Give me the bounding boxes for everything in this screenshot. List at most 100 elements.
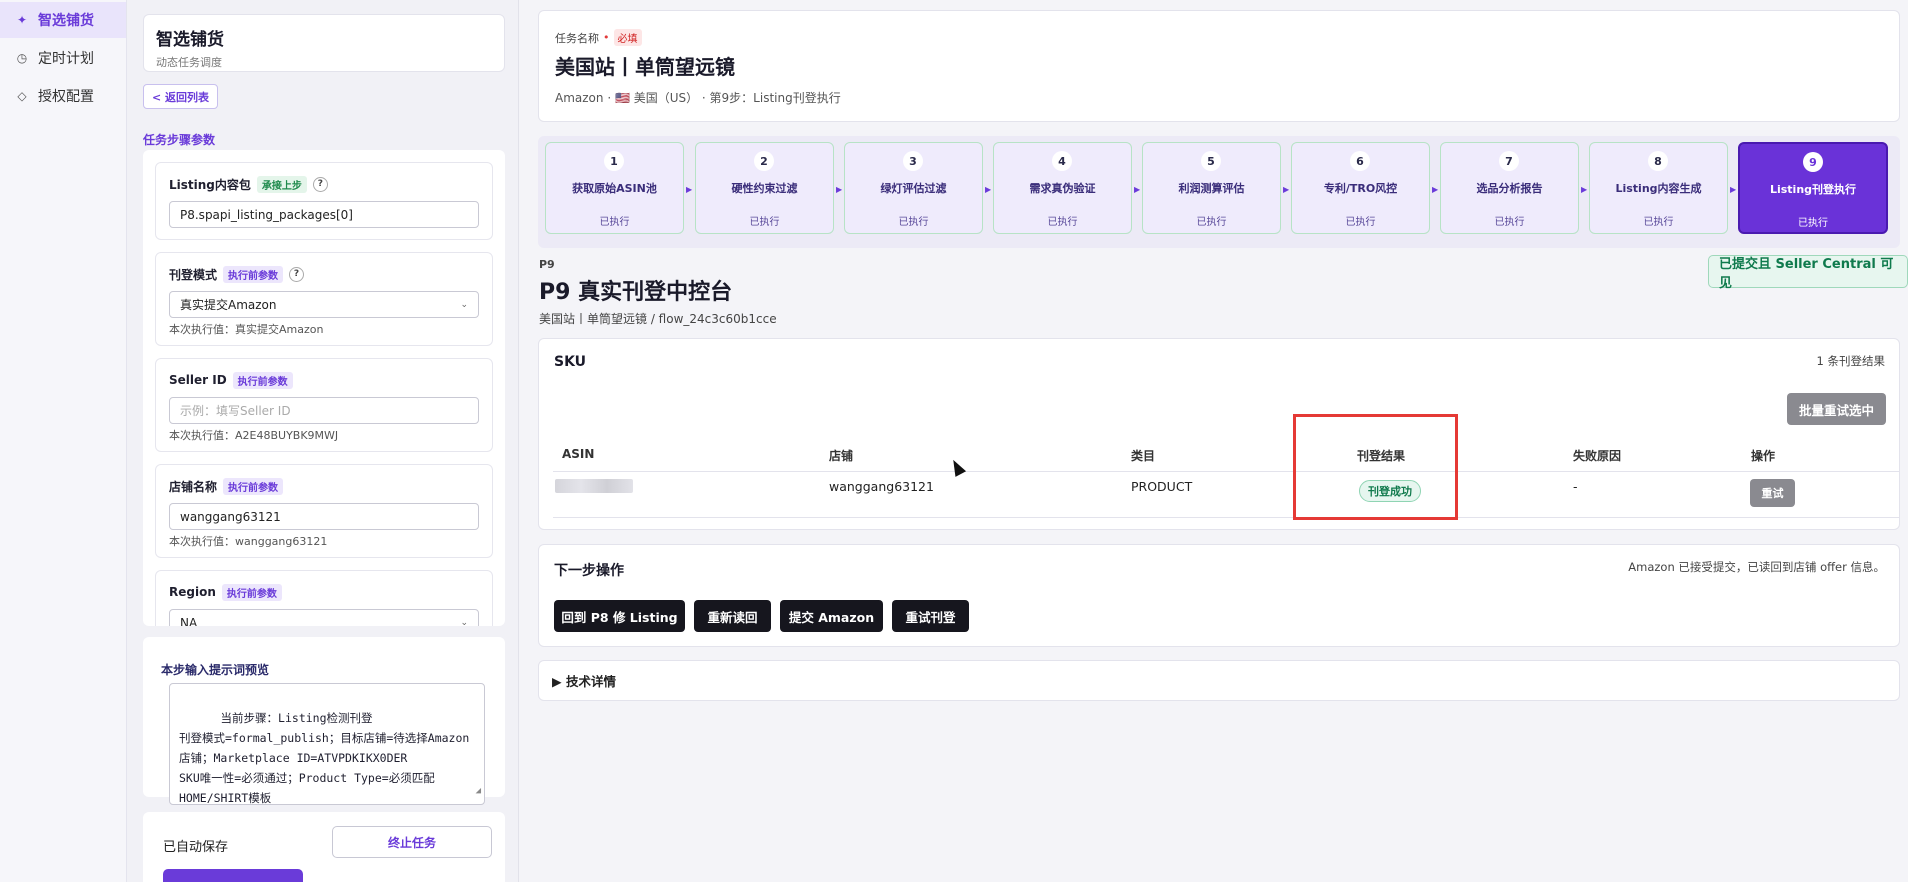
nav-item-smart-listing[interactable]: ✦ 智选铺货 <box>0 2 126 38</box>
cell-shop: wanggang63121 <box>829 479 934 494</box>
step-name: 需求真伪验证 <box>1029 182 1096 195</box>
step-status: 已执行 <box>898 217 929 228</box>
step-number: 4 <box>1052 151 1072 171</box>
select-value: 真实提交Amazon <box>180 298 277 312</box>
module-title-card: 智选铺货 动态任务调度 <box>143 14 505 72</box>
back-to-p8-button[interactable]: 回到 P8 修 Listing <box>554 600 685 632</box>
next-steps-heading: 下一步操作 <box>554 563 624 579</box>
module-title: 智选铺货 <box>156 30 224 50</box>
retry-button[interactable]: 重试 <box>1750 479 1795 507</box>
param-label: Region <box>169 585 216 599</box>
prompt-preview-textarea[interactable]: 当前步骤：Listing检测刊登 刊登模式=formal_publish；目标店… <box>169 683 485 805</box>
step-8[interactable]: 8 Listing内容生成 已执行 <box>1589 142 1728 234</box>
help-icon[interactable]: ? <box>289 266 305 282</box>
console-code: P9 <box>539 258 555 271</box>
step-status: 已执行 <box>599 217 630 228</box>
param-badge: 执行前参数 <box>232 371 293 389</box>
listing-package-input[interactable]: P8.spapi_listing_packages[0] <box>169 201 479 228</box>
param-region: Region 执行前参数 NA ⌄ <box>155 570 493 626</box>
column-header-action: 操作 <box>1751 449 1776 463</box>
batch-retry-button[interactable]: 批量重试选中 <box>1786 393 1886 425</box>
resize-handle-icon[interactable]: ◢ <box>476 781 481 801</box>
arrow-right-icon: ▶ <box>1730 185 1737 194</box>
param-badge: 承接上步 <box>256 175 307 193</box>
step-5[interactable]: 5 利润测算评估 已执行 <box>1142 142 1281 234</box>
arrow-right-icon: ▶ <box>836 185 843 194</box>
param-badge: 执行前参数 <box>223 477 284 495</box>
step-number: 3 <box>903 151 923 171</box>
task-name[interactable]: 美国站丨单筒望远镜 <box>555 51 735 80</box>
console-subtitle: 美国站丨单筒望远镜 / flow_24c3c60b1cce <box>539 312 777 326</box>
chevron-down-icon: ⌄ <box>460 299 468 310</box>
param-listing-package: Listing内容包 承接上步 ? P8.spapi_listing_packa… <box>155 162 493 240</box>
input-placeholder: 示例：填写Seller ID <box>180 404 291 418</box>
nav-item-schedule[interactable]: ◷ 定时计划 <box>0 40 126 76</box>
step-number: 2 <box>754 151 774 171</box>
arrow-right-icon: ▶ <box>1134 185 1141 194</box>
param-current-value: 本次执行值：wanggang63121 <box>169 535 328 548</box>
divider <box>553 471 1899 472</box>
back-to-list-button[interactable]: < 返回列表 <box>143 84 219 109</box>
param-shop-name: 店铺名称 执行前参数 wanggang63121 本次执行值：wanggang6… <box>155 464 493 558</box>
param-current-value: 本次执行值：A2E48BUYBK9MWJ <box>169 429 339 442</box>
column-header-asin: ASIN <box>562 447 595 461</box>
arrow-right-icon: ▶ <box>1283 185 1290 194</box>
step-status: 已执行 <box>1047 217 1078 228</box>
step-number: 1 <box>604 151 624 171</box>
asin-redacted <box>555 479 633 493</box>
step-number: 8 <box>1648 151 1668 171</box>
help-icon[interactable]: ? <box>312 176 328 192</box>
step-status: 已执行 <box>749 217 780 228</box>
column-header-reason: 失败原因 <box>1573 449 1622 463</box>
step-name: 专利/TRO风控 <box>1323 182 1398 195</box>
prompt-preview-card: 本步输入提示词预览 当前步骤：Listing检测刊登 刊登模式=formal_p… <box>143 637 505 805</box>
input-value: wanggang63121 <box>180 509 281 524</box>
step-status: 已执行 <box>1643 217 1674 228</box>
step-name: 硬性约束过滤 <box>731 182 798 195</box>
step-4[interactable]: 4 需求真伪验证 已执行 <box>993 142 1132 234</box>
region-select[interactable]: NA ⌄ <box>169 609 479 626</box>
reread-button[interactable]: 重新读回 <box>694 600 771 632</box>
param-label: Listing内容包 <box>169 177 251 192</box>
retry-publish-button[interactable]: 重试刊登 <box>892 600 969 632</box>
required-badge: 必填 <box>613 29 642 46</box>
seller-central-status-badge: 已提交且 Seller Central 可见 <box>1708 255 1908 291</box>
step-6[interactable]: 6 专利/TRO风控 已执行 <box>1291 142 1430 234</box>
required-mark: • <box>603 31 610 44</box>
seller-id-input[interactable]: 示例：填写Seller ID <box>169 397 479 424</box>
task-name-label: 任务名称 • 必填 <box>555 29 642 46</box>
step-number: 6 <box>1350 151 1370 171</box>
step-2[interactable]: 2 硬性约束过滤 已执行 <box>695 142 834 234</box>
next-steps-info: Amazon 已接受提交，已读回到店铺 offer 信息。 <box>1628 560 1885 574</box>
publish-mode-select[interactable]: 真实提交Amazon ⌄ <box>169 291 479 318</box>
step-name: 绿灯评估过滤 <box>880 182 947 195</box>
submit-amazon-button[interactable]: 提交 Amazon <box>780 600 883 632</box>
nav-item-auth-config[interactable]: ◇ 授权配置 <box>0 78 126 114</box>
param-current-value: 本次执行值：真实提交Amazon <box>169 323 324 336</box>
nav-item-label: 授权配置 <box>38 89 94 105</box>
step-9[interactable]: 9 Listing刊登执行 已执行 <box>1738 142 1888 234</box>
param-label: 刊登模式 <box>169 267 218 282</box>
autosave-status: 已自动保存 <box>163 840 229 855</box>
step-7[interactable]: 7 选品分析报告 已执行 <box>1440 142 1579 234</box>
column-header-category: 类目 <box>1131 449 1156 463</box>
column-header-shop: 店铺 <box>829 449 854 463</box>
cell-reason: - <box>1573 479 1578 494</box>
stop-task-button[interactable]: 终止任务 <box>332 826 492 858</box>
tech-details-toggle[interactable]: ▶ 技术详情 <box>538 660 1900 701</box>
params-scroll-area[interactable]: Listing内容包 承接上步 ? P8.spapi_listing_packa… <box>143 150 505 626</box>
params-panel: 智选铺货 动态任务调度 < 返回列表 任务步骤参数 Listing内容包 承接上… <box>127 0 519 882</box>
sku-results-card: SKU 1 条刊登结果 批量重试选中 ASIN 店铺 类目 刊登结果 失败原因 … <box>538 338 1900 530</box>
console-title: P9 真实刊登中控台 <box>539 280 733 305</box>
primary-action-button[interactable] <box>163 869 303 882</box>
param-publish-mode: 刊登模式 执行前参数 ? 真实提交Amazon ⌄ 本次执行值：真实提交Amaz… <box>155 252 493 346</box>
shop-name-input[interactable]: wanggang63121 <box>169 503 479 530</box>
save-bar: 已自动保存 终止任务 <box>143 812 505 882</box>
step-3[interactable]: 3 绿灯评估过滤 已执行 <box>844 142 983 234</box>
module-subtitle: 动态任务调度 <box>156 56 222 69</box>
result-count: 1 条刊登结果 <box>1816 354 1885 368</box>
step-number: 7 <box>1499 151 1519 171</box>
nav-item-label: 定时计划 <box>38 51 94 67</box>
step-1[interactable]: 1 获取原始ASIN池 已执行 <box>545 142 684 234</box>
main-content: 任务名称 • 必填 美国站丨单筒望远镜 Amazon · 🇺🇸 美国（US） ·… <box>519 0 1908 882</box>
